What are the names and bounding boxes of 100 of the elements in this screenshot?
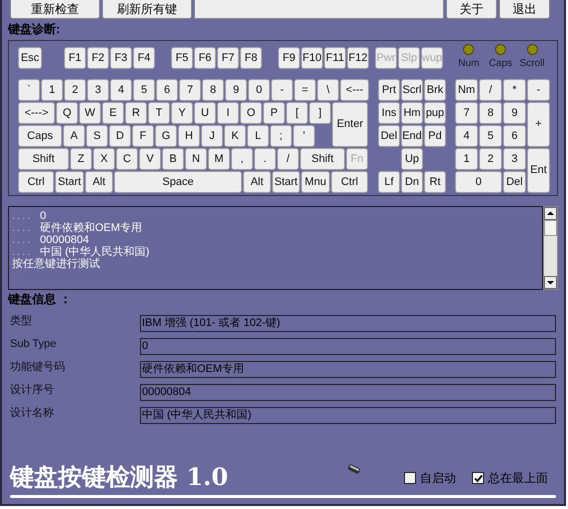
- key[interactable]: 6: [503, 125, 526, 147]
- key[interactable]: 6: [156, 79, 178, 101]
- key[interactable]: E: [102, 102, 124, 124]
- key[interactable]: F9: [278, 47, 300, 69]
- key[interactable]: F5: [171, 47, 193, 69]
- key[interactable]: 7: [179, 79, 201, 101]
- key[interactable]: \: [317, 79, 339, 101]
- key[interactable]: ;: [270, 125, 292, 147]
- key[interactable]: Shift: [18, 148, 69, 170]
- key[interactable]: Start: [272, 171, 300, 193]
- key[interactable]: N: [185, 148, 207, 170]
- key[interactable]: 7: [455, 102, 478, 124]
- key[interactable]: 0: [455, 171, 502, 193]
- key[interactable]: 2: [479, 148, 502, 170]
- key[interactable]: End: [401, 125, 423, 147]
- key[interactable]: H: [178, 125, 200, 147]
- key[interactable]: Hm: [401, 102, 423, 124]
- key[interactable]: S: [86, 125, 108, 147]
- key[interactable]: Lf: [378, 171, 400, 193]
- key[interactable]: Esc: [18, 47, 42, 69]
- key[interactable]: B: [162, 148, 184, 170]
- key[interactable]: F4: [133, 47, 155, 69]
- scroll-down-icon[interactable]: [544, 276, 557, 289]
- key[interactable]: 8: [202, 79, 224, 101]
- key[interactable]: -: [271, 79, 293, 101]
- toolbar-button[interactable]: 重新检查: [10, 0, 100, 19]
- scroll-up-icon[interactable]: [544, 207, 557, 220]
- key[interactable]: Pd: [424, 125, 446, 147]
- key[interactable]: Alt: [85, 171, 113, 193]
- key[interactable]: 8: [479, 102, 502, 124]
- key[interactable]: Y: [171, 102, 193, 124]
- checkbox[interactable]: [404, 472, 416, 484]
- key[interactable]: Ctrl: [331, 171, 368, 193]
- key[interactable]: <---: [340, 79, 369, 101]
- key[interactable]: M: [208, 148, 230, 170]
- key[interactable]: F12: [347, 47, 369, 69]
- key[interactable]: pup: [424, 102, 446, 124]
- toolbar-button[interactable]: 退出: [499, 0, 550, 19]
- key[interactable]: [: [286, 102, 308, 124]
- key[interactable]: 9: [225, 79, 247, 101]
- key[interactable]: Nm: [455, 79, 478, 101]
- key[interactable]: *: [503, 79, 526, 101]
- key[interactable]: .: [254, 148, 276, 170]
- key[interactable]: Del: [378, 125, 400, 147]
- key[interactable]: 2: [64, 79, 86, 101]
- key[interactable]: Shift: [300, 148, 345, 170]
- key[interactable]: U: [194, 102, 216, 124]
- key[interactable]: Ent: [527, 148, 550, 193]
- key[interactable]: V: [139, 148, 161, 170]
- key[interactable]: 3: [503, 148, 526, 170]
- key[interactable]: O: [240, 102, 262, 124]
- key[interactable]: F10: [301, 47, 323, 69]
- key[interactable]: Z: [70, 148, 92, 170]
- key[interactable]: L: [247, 125, 269, 147]
- key[interactable]: Alt: [243, 171, 271, 193]
- key[interactable]: /: [277, 148, 299, 170]
- key[interactable]: 3: [87, 79, 109, 101]
- key[interactable]: Dn: [401, 171, 423, 193]
- key[interactable]: P: [263, 102, 285, 124]
- scrollbar[interactable]: [543, 206, 558, 290]
- key[interactable]: Brk: [424, 79, 446, 101]
- key[interactable]: Caps: [18, 125, 62, 147]
- key[interactable]: Ins: [378, 102, 400, 124]
- scroll-thumb[interactable]: [544, 220, 557, 236]
- key[interactable]: Del: [503, 171, 526, 193]
- key[interactable]: ,: [231, 148, 253, 170]
- key[interactable]: 4: [110, 79, 132, 101]
- key[interactable]: C: [116, 148, 138, 170]
- key[interactable]: Ctrl: [18, 171, 54, 193]
- key[interactable]: /: [479, 79, 502, 101]
- key[interactable]: A: [63, 125, 85, 147]
- key[interactable]: F3: [110, 47, 132, 69]
- key[interactable]: 4: [455, 125, 478, 147]
- key[interactable]: R: [125, 102, 147, 124]
- key[interactable]: D: [109, 125, 131, 147]
- key[interactable]: J: [201, 125, 223, 147]
- key[interactable]: F: [132, 125, 154, 147]
- key[interactable]: W: [79, 102, 101, 124]
- toolbar-button[interactable]: 刷新所有键: [102, 0, 192, 19]
- key[interactable]: ': [293, 125, 315, 147]
- key[interactable]: 0: [248, 79, 270, 101]
- key[interactable]: F1: [64, 47, 86, 69]
- key[interactable]: F6: [194, 47, 216, 69]
- key[interactable]: F2: [87, 47, 109, 69]
- key[interactable]: T: [148, 102, 170, 124]
- key[interactable]: 5: [133, 79, 155, 101]
- key[interactable]: 9: [503, 102, 526, 124]
- key[interactable]: Space: [114, 171, 242, 193]
- key[interactable]: <--->: [18, 102, 55, 124]
- key[interactable]: F7: [217, 47, 239, 69]
- key[interactable]: Enter: [332, 102, 368, 147]
- key[interactable]: 1: [41, 79, 63, 101]
- key[interactable]: G: [155, 125, 177, 147]
- key[interactable]: Prt: [378, 79, 400, 101]
- key[interactable]: 5: [479, 125, 502, 147]
- key[interactable]: K: [224, 125, 246, 147]
- key[interactable]: Scrl: [401, 79, 423, 101]
- key[interactable]: I: [217, 102, 239, 124]
- key[interactable]: F8: [240, 47, 262, 69]
- key[interactable]: -: [527, 79, 550, 101]
